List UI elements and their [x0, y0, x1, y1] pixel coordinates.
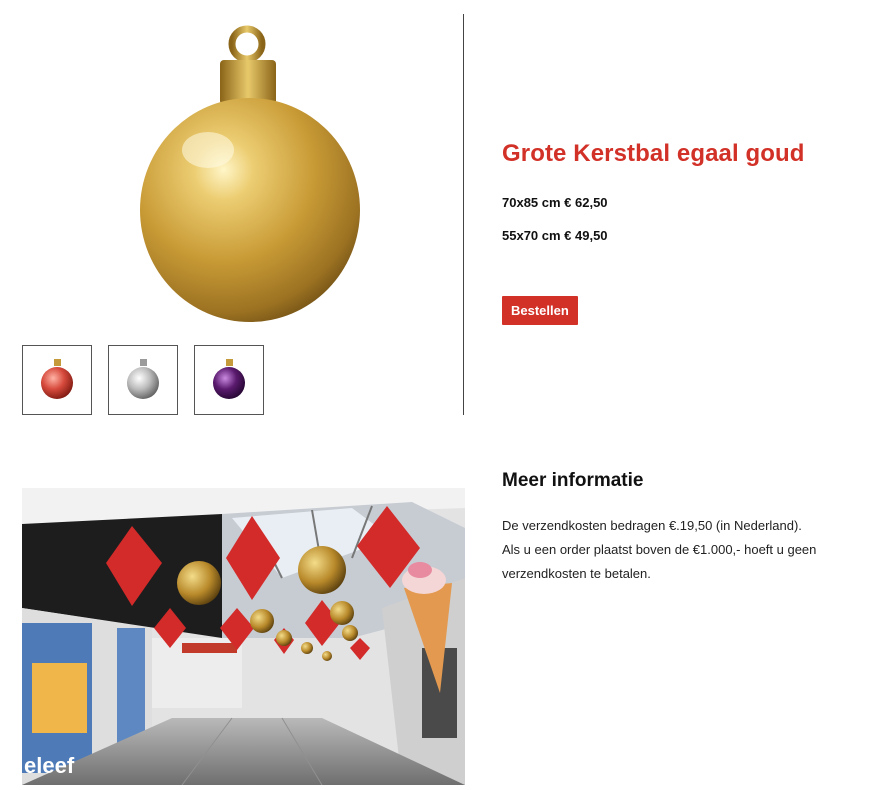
red-ornament-icon: [41, 359, 73, 399]
thumbnail-purple-ornament[interactable]: [194, 345, 264, 415]
vertical-divider: [463, 14, 464, 415]
mall-decoration-image: Vlinders eleef: [22, 488, 465, 785]
thumbnail-red-ornament[interactable]: [22, 345, 92, 415]
shopping-mall-photo: Vlinders eleef: [22, 488, 465, 785]
photo-sign-bottom: eleef: [24, 753, 75, 778]
photo-sign-top: Vlinders: [202, 643, 231, 652]
product-main-image: [128, 20, 368, 330]
silver-ornament-icon: [127, 359, 159, 399]
price-option-large: 70x85 cm € 62,50: [502, 195, 608, 210]
shipping-info-text: De verzendkosten bedragen €.19,50 (in Ne…: [502, 518, 817, 581]
price-option-small: 55x70 cm € 49,50: [502, 228, 608, 243]
thumbnail-silver-ornament[interactable]: [108, 345, 178, 415]
purple-ornament-icon: [213, 359, 245, 399]
product-title: Grote Kerstbal egaal goud: [502, 140, 805, 167]
more-info-heading: Meer informatie: [502, 470, 644, 491]
gold-ornament-icon: [140, 25, 360, 322]
order-button[interactable]: Bestellen: [502, 296, 578, 325]
